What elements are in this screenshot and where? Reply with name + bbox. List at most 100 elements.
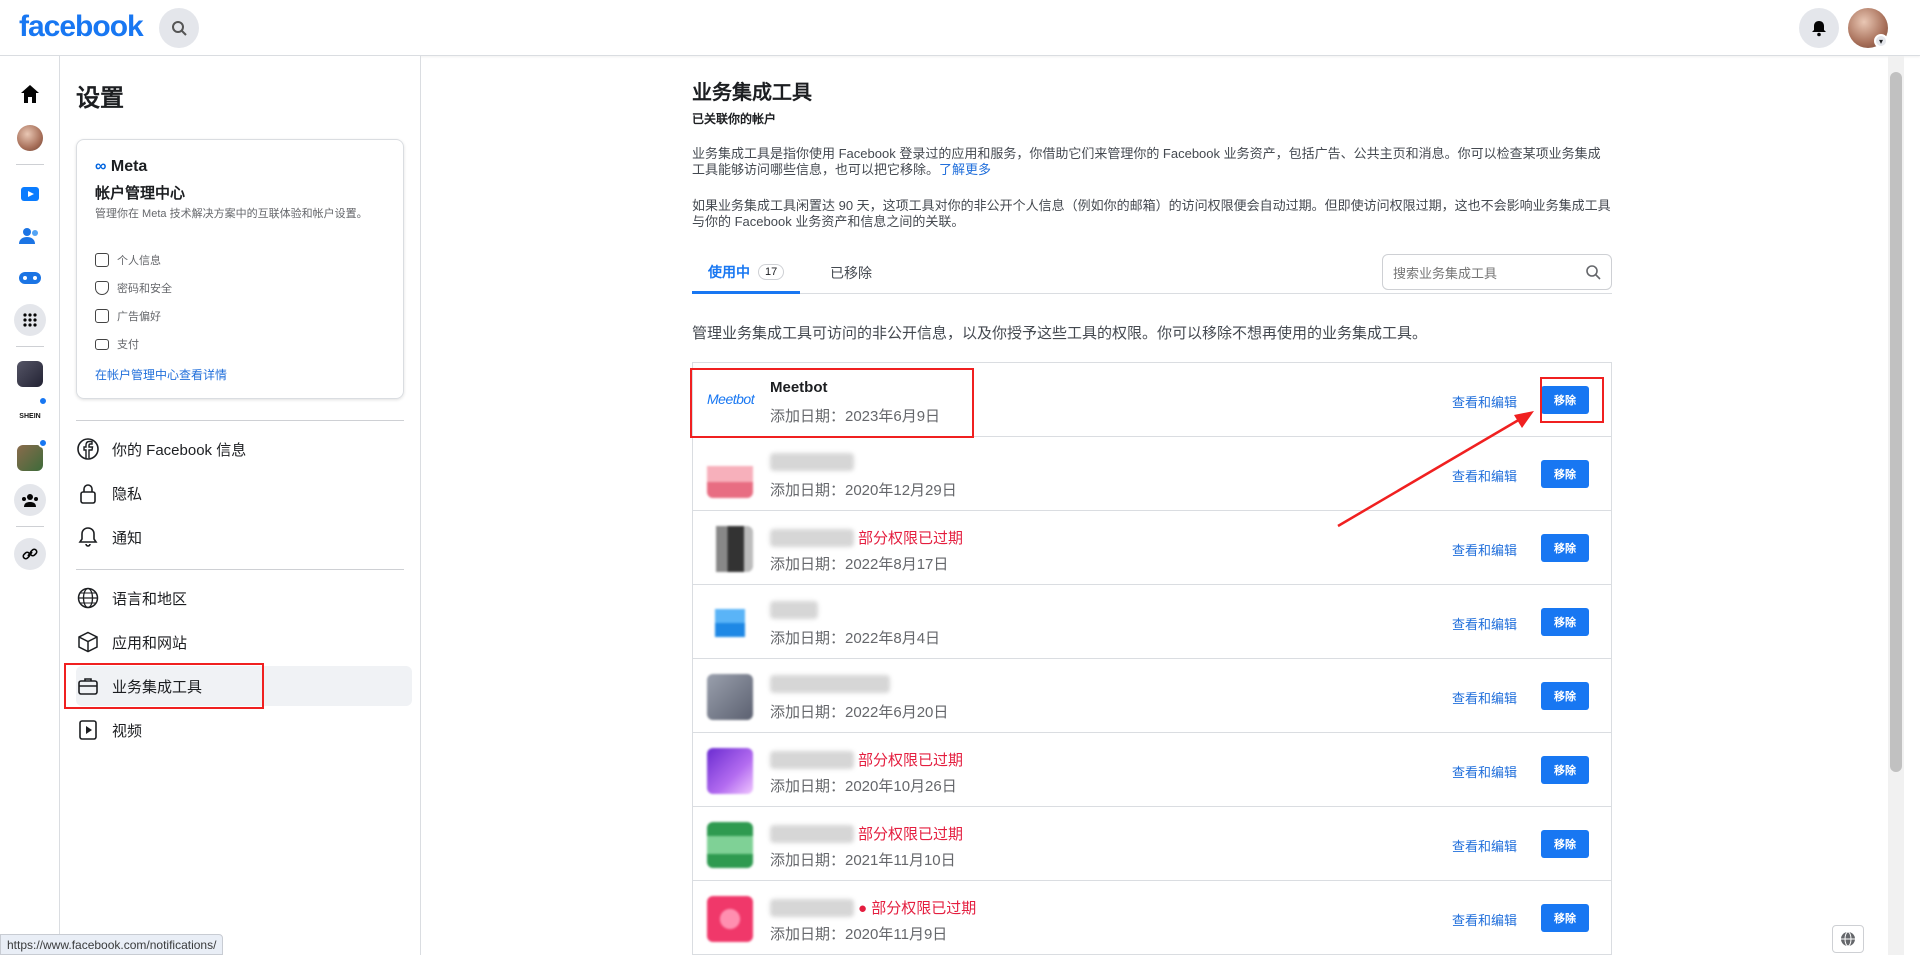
description-paragraph: 业务集成工具是指你使用 Facebook 登录过的应用和服务，你借助它们来管理你…: [692, 146, 1601, 177]
accounts-center-title: 帐户管理中心: [95, 185, 186, 202]
app-icon: [707, 822, 753, 868]
remove-button[interactable]: 移除: [1541, 904, 1589, 932]
search-icon: [172, 21, 187, 36]
app-name: 部分权限已过期: [770, 527, 963, 548]
id-card-icon: [95, 253, 109, 267]
expired-warning: 部分权限已过期: [858, 826, 964, 843]
search-input[interactable]: [1393, 263, 1573, 283]
app-icon: [707, 452, 753, 498]
shortcut-page[interactable]: [14, 358, 46, 390]
view-edit-link[interactable]: 查看和编辑: [1452, 392, 1517, 411]
divider: [16, 526, 44, 527]
app-icon: [715, 600, 745, 646]
app-date: 添加日期：2020年11月9日: [770, 926, 948, 943]
meta-item-personal-info[interactable]: 个人信息: [95, 252, 161, 268]
list-item: 部分权限已过期 添加日期：2022年8月17日 查看和编辑 移除: [693, 511, 1611, 585]
view-edit-link[interactable]: 查看和编辑: [1452, 762, 1517, 781]
app-date: 添加日期：2020年10月26日: [770, 778, 957, 795]
view-edit-link[interactable]: 查看和编辑: [1452, 466, 1517, 485]
remove-button[interactable]: 移除: [1541, 460, 1589, 488]
section-subtitle: 已关联你的帐户: [692, 112, 777, 126]
tab-active[interactable]: 使用中 17: [692, 252, 801, 294]
view-edit-link[interactable]: 查看和编辑: [1452, 910, 1517, 929]
notification-dot: [38, 396, 48, 406]
list-item: 部分权限已过期 添加日期：2021年11月10日 查看和编辑 移除: [693, 807, 1611, 881]
ads-icon: [95, 309, 109, 323]
learn-more-link[interactable]: 了解更多: [939, 162, 991, 177]
menu-grid-icon[interactable]: [14, 304, 46, 336]
view-edit-link[interactable]: 查看和编辑: [1452, 836, 1517, 855]
top-bar: facebook ▾: [0, 0, 1920, 56]
app-date: 添加日期：2022年8月17日: [770, 556, 949, 573]
expired-warning: 部分权限已过期: [858, 530, 964, 547]
sidebar-item-language[interactable]: 语言和地区: [76, 578, 412, 618]
bell-icon: [76, 525, 100, 549]
cube-icon: [76, 630, 100, 654]
remove-button[interactable]: 移除: [1541, 608, 1589, 636]
tab-removed[interactable]: 已移除: [820, 252, 882, 294]
app-icon: [707, 674, 753, 720]
intro-text: 管理业务集成工具可访问的非公开信息，以及你授予这些工具的权限。你可以移除不想再使…: [692, 325, 1428, 342]
search-button[interactable]: [159, 8, 199, 48]
app-date: 添加日期：2022年8月4日: [770, 630, 941, 647]
page-scrollbar[interactable]: [1888, 56, 1904, 955]
accounts-center-card[interactable]: ∞ Meta 帐户管理中心 管理你在 Meta 技术解决方案中的互联体验和帐户设…: [76, 139, 404, 399]
gaming-icon[interactable]: [14, 262, 46, 294]
chevron-down-icon[interactable]: ▾: [1874, 34, 1888, 48]
view-edit-link[interactable]: 查看和编辑: [1452, 614, 1517, 633]
sidebar-item-apps[interactable]: 应用和网站: [76, 622, 412, 662]
notification-dot: [38, 438, 48, 448]
app-icon: [707, 526, 753, 572]
scroll-thumb[interactable]: [1890, 72, 1902, 772]
app-date: 添加日期：2022年6月20日: [770, 704, 949, 721]
sidebar-item-videos[interactable]: 视频: [76, 710, 412, 750]
meta-item-payments[interactable]: 支付: [95, 336, 139, 352]
app-name: [770, 601, 818, 619]
shortcut-shein[interactable]: SHEIN: [14, 396, 48, 432]
remove-button[interactable]: 移除: [1541, 756, 1589, 784]
link-icon[interactable]: [14, 538, 46, 570]
meta-logo: ∞ Meta: [95, 158, 148, 175]
profile-shortcut[interactable]: [14, 122, 46, 154]
facebook-logo[interactable]: facebook: [19, 10, 144, 44]
meta-item-password[interactable]: 密码和安全: [95, 280, 172, 296]
friends-icon[interactable]: [14, 220, 46, 252]
remove-button[interactable]: 移除: [1541, 534, 1589, 562]
highlight-annotation: [1540, 377, 1604, 423]
view-edit-link[interactable]: 查看和编辑: [1452, 540, 1517, 559]
expired-warning: ● 部分权限已过期: [858, 900, 977, 917]
accounts-center-description: 管理你在 Meta 技术解决方案中的互联体验和帐户设置。: [95, 208, 368, 220]
app-icon: [707, 896, 753, 942]
language-globe-button[interactable]: [1832, 925, 1864, 953]
groups-icon[interactable]: [14, 484, 46, 516]
bell-icon: [1812, 21, 1826, 37]
highlight-annotation: [64, 663, 264, 709]
remove-button[interactable]: 移除: [1541, 682, 1589, 710]
app-name: 部分权限已过期: [770, 823, 963, 844]
list-item: ● 部分权限已过期 添加日期：2020年11月9日 查看和编辑 移除: [693, 881, 1611, 955]
meta-logo-symbol: ∞: [95, 158, 107, 175]
watch-icon[interactable]: [14, 178, 46, 210]
divider: [76, 420, 404, 421]
remove-button[interactable]: 移除: [1541, 830, 1589, 858]
globe-icon: [76, 586, 100, 610]
sidebar-item-notifications[interactable]: 通知: [76, 517, 412, 557]
integrations-list: Meetbot Meetbot 添加日期：2023年6月9日 查看和编辑 移除 …: [692, 362, 1612, 955]
sidebar-item-privacy[interactable]: 隐私: [76, 473, 412, 513]
app-date: 添加日期：2020年12月29日: [770, 482, 957, 499]
view-edit-link[interactable]: 查看和编辑: [1452, 688, 1517, 707]
app-name: 部分权限已过期: [770, 749, 963, 770]
notifications-button[interactable]: [1799, 8, 1839, 48]
video-icon: [76, 718, 100, 742]
app-date: 添加日期：2021年11月10日: [770, 852, 956, 869]
shield-icon: [95, 281, 109, 295]
page-title: 设置: [76, 85, 124, 112]
sidebar-item-facebook-info[interactable]: 你的 Facebook 信息: [76, 429, 412, 469]
app-name: [770, 453, 854, 471]
home-icon[interactable]: [14, 78, 46, 110]
search-box[interactable]: [1382, 254, 1612, 290]
shortcut-group[interactable]: [14, 438, 48, 474]
accounts-center-link[interactable]: 在帐户管理中心查看详情: [95, 366, 227, 383]
meta-item-ads[interactable]: 广告偏好: [95, 308, 161, 324]
lock-icon: [76, 481, 100, 505]
